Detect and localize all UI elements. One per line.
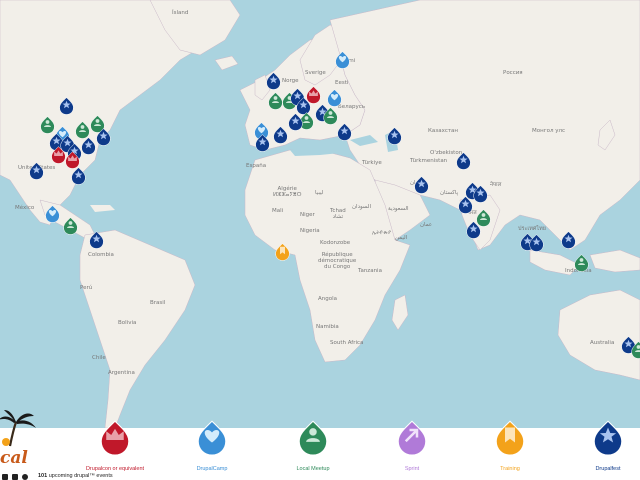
crown-icon [75, 420, 155, 465]
legend-label: Local Meetup [296, 466, 330, 472]
person-icon [273, 420, 353, 465]
star-event-marker[interactable] [88, 231, 104, 251]
person-event-marker[interactable] [62, 217, 78, 237]
twitter-icon[interactable] [2, 474, 8, 480]
bookmark-event-marker[interactable] [274, 243, 290, 263]
heart-event-marker[interactable] [326, 89, 342, 109]
heart-icon [172, 420, 252, 465]
star-event-marker[interactable] [528, 234, 544, 254]
event-count-number: 101 [38, 473, 48, 479]
person-event-marker[interactable] [573, 254, 589, 274]
logo-text: cal [0, 448, 28, 468]
bookmark-icon [470, 420, 550, 465]
star-event-marker[interactable] [95, 128, 111, 148]
palm-tree-icon [0, 410, 36, 447]
legend-label: Training [500, 466, 520, 472]
star-event-marker[interactable] [336, 123, 352, 143]
legend-label: Drupalfest [595, 466, 621, 472]
event-count: 101 upcoming drupal™ events [38, 473, 113, 479]
person-event-marker[interactable] [267, 92, 283, 112]
star-event-marker[interactable] [465, 221, 481, 241]
map-base [0, 0, 640, 428]
star-icon [568, 420, 640, 465]
star-event-marker[interactable] [457, 196, 473, 216]
star-event-marker[interactable] [58, 97, 74, 117]
crown-event-marker[interactable] [305, 86, 321, 106]
star-event-marker[interactable] [265, 72, 281, 92]
heart-event-marker[interactable] [334, 51, 350, 71]
star-event-marker[interactable] [560, 231, 576, 251]
star-event-marker[interactable] [254, 134, 270, 154]
star-event-marker[interactable] [70, 167, 86, 187]
legend-item-heart[interactable]: DrupalCamp [172, 420, 252, 473]
legend-item-arrow[interactable]: Sprint [372, 420, 452, 473]
heart-event-marker[interactable] [44, 205, 60, 225]
world-map[interactable]: Ísland Sverige Suomi Norge Eesti Беларус… [0, 0, 640, 428]
legend: cal 101 upcoming drupal™ events Drupalco… [0, 410, 640, 480]
facebook-icon[interactable] [12, 474, 18, 480]
social-links [2, 474, 28, 480]
star-event-marker[interactable] [28, 162, 44, 182]
heart-link-icon[interactable] [22, 474, 28, 480]
person-event-marker[interactable] [322, 107, 338, 127]
star-event-marker[interactable] [386, 127, 402, 147]
star-event-marker[interactable] [413, 176, 429, 196]
star-event-marker[interactable] [472, 185, 488, 205]
legend-item-crown[interactable]: Drupalcon or equivalent [75, 420, 155, 473]
star-event-marker[interactable] [80, 137, 96, 157]
drupical-logo [0, 408, 40, 448]
event-count-text: upcoming drupal™ events [48, 473, 113, 479]
legend-item-bookmark[interactable]: Training [470, 420, 550, 473]
legend-item-person[interactable]: Local Meetup [273, 420, 353, 473]
star-event-marker[interactable] [272, 126, 288, 146]
legend-label: Drupalcon or equivalent [85, 466, 145, 472]
arrow-icon [372, 420, 452, 465]
legend-label: Sprint [404, 466, 420, 472]
star-event-marker[interactable] [455, 152, 471, 172]
legend-label: DrupalCamp [196, 466, 228, 472]
crown-event-marker[interactable] [50, 146, 66, 166]
star-event-marker[interactable] [287, 113, 303, 133]
person-event-marker[interactable] [630, 341, 640, 361]
legend-item-star[interactable]: Drupalfest [568, 420, 640, 473]
